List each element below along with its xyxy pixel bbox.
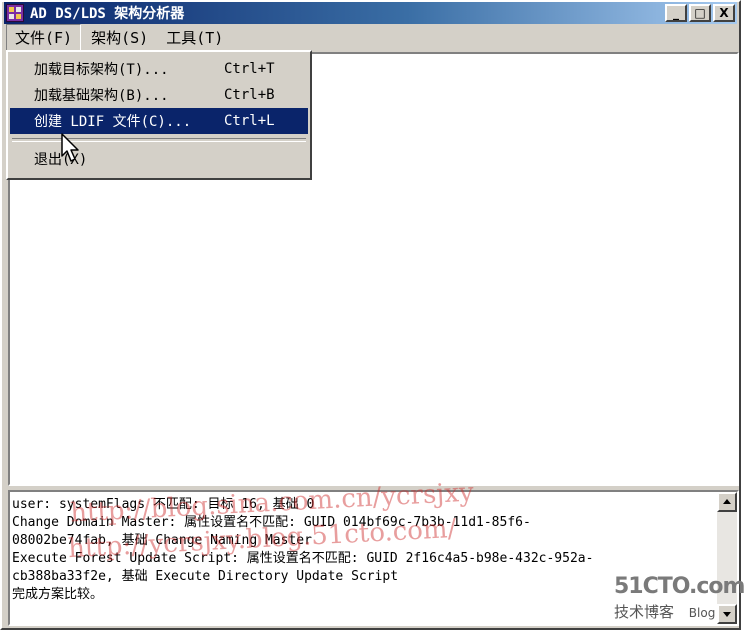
menu-item-label: 加载目标架构(T)... [34,62,169,78]
file-menu-dropdown: 加载目标架构(T)... Ctrl+T 加载基础架构(B)... Ctrl+B … [6,50,312,180]
menu-separator [12,138,306,142]
logo-name: 51CTO.com [614,574,745,599]
window-title: AD DS/LDS 架构分析器 [30,6,185,22]
close-icon: X [719,6,729,20]
minimize-button[interactable]: _ [665,4,687,22]
logo-subtitle: 技术博客 Blog [614,601,740,622]
menu-bar: 文件(F) 架构(S) 工具(T) [6,23,735,51]
maximize-button[interactable]: □ [689,4,711,22]
scroll-up-button[interactable] [717,492,737,512]
log-line: Change Domain Master: 属性设置名不匹配: GUID 014… [12,515,531,530]
site-logo: 51CTO.com 技术博客 Blog [614,574,745,632]
logo-blog-text: Blog [688,606,716,620]
schema-analyzer-icon [6,4,24,22]
menu-item-shortcut: Ctrl+L [224,113,275,129]
close-button[interactable]: X [713,4,735,22]
menu-item-label: 创建 LDIF 文件(C)... [34,114,192,130]
menu-file[interactable]: 文件(F) [6,23,82,51]
menu-tools[interactable]: 工具(T) [158,25,231,50]
log-line: cb388ba33f2e, 基础 Execute Directory Updat… [12,569,399,584]
logo-sub-text: 技术博客 [614,603,675,621]
window-controls: _ □ X [665,4,735,22]
minimize-icon: _ [673,6,679,20]
menu-item-exit[interactable]: 退出(X) [10,146,308,172]
log-line: user: systemFlags 不匹配: 目标 16, 基础 0 [12,497,315,512]
log-line: 完成方案比较。 [12,587,104,602]
log-line: 08002be74fab, 基础 Change Naming Master [12,533,312,548]
menu-item-load-target-schema[interactable]: 加载目标架构(T)... Ctrl+T [10,56,308,82]
menu-item-shortcut: Ctrl+T [224,61,275,77]
log-text: user: systemFlags 不匹配: 目标 16, 基础 0 Chang… [12,496,702,604]
arrow-up-icon [723,499,731,504]
menu-schema[interactable]: 架构(S) [83,25,156,50]
arrow-cursor-icon [61,133,79,162]
title-bar: AD DS/LDS 架构分析器 _ □ X [4,2,737,24]
menu-item-create-ldif-file[interactable]: 创建 LDIF 文件(C)... Ctrl+L [10,108,308,134]
menu-item-load-base-schema[interactable]: 加载基础架构(B)... Ctrl+B [10,82,308,108]
log-line: Execute Forest Update Script: 属性设置名不匹配: … [12,551,594,566]
maximize-icon: □ [694,6,706,20]
menu-item-shortcut: Ctrl+B [224,87,275,103]
menu-item-label: 加载基础架构(B)... [34,88,169,104]
